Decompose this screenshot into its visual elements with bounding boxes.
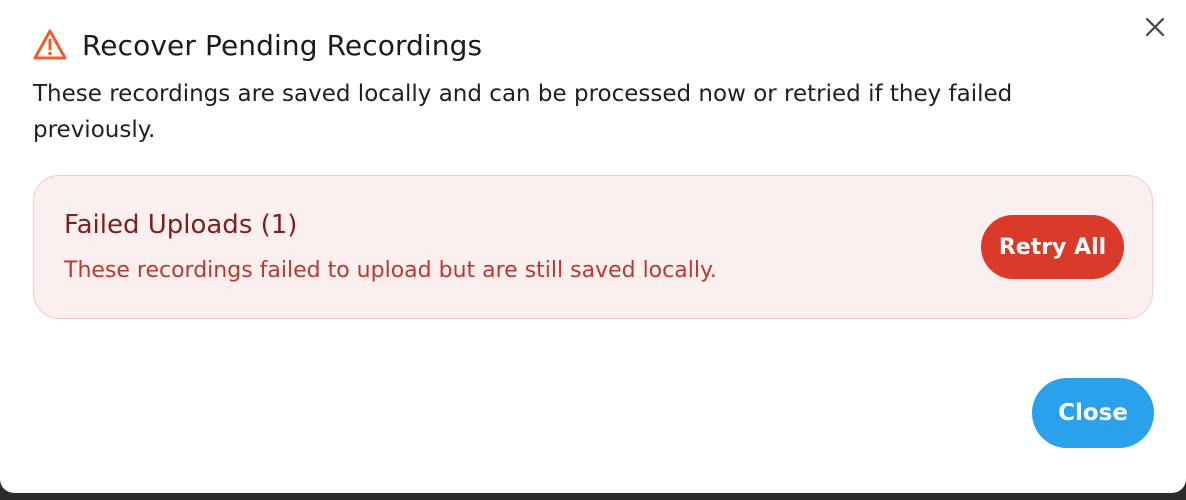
recover-recordings-dialog: Recover Pending Recordings These recordi…: [0, 0, 1186, 493]
retry-all-button[interactable]: Retry All: [981, 215, 1124, 279]
failed-uploads-heading: Failed Uploads (1): [64, 210, 298, 240]
warning-triangle-icon: [32, 28, 68, 62]
dialog-title: Recover Pending Recordings: [82, 28, 483, 62]
dialog-header: Recover Pending Recordings: [32, 26, 482, 64]
close-button[interactable]: Close: [1032, 378, 1154, 448]
close-icon[interactable]: [1142, 14, 1168, 40]
failed-uploads-text: These recordings failed to upload but ar…: [64, 258, 717, 283]
failed-uploads-panel: Failed Uploads (1) These recordings fail…: [33, 175, 1153, 319]
dialog-description: These recordings are saved locally and c…: [33, 81, 1013, 143]
